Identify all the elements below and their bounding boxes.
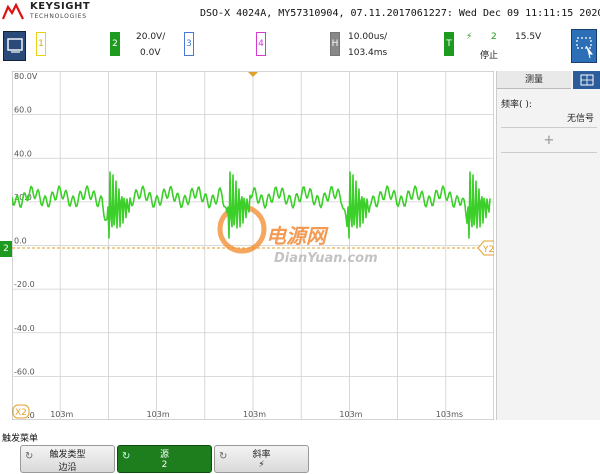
svg-text:Y2: Y2 — [482, 245, 494, 255]
menu-title: 触发菜单 — [2, 434, 39, 444]
instrument-id: DSO-X 4024A, MY57310904, 07.11.201706122… — [200, 8, 600, 19]
channel-4-button[interactable]: 4 — [256, 32, 266, 56]
horizontal-scale: 10.00us/ — [348, 32, 388, 42]
trigger-source: 2 — [491, 32, 497, 42]
waveform-display[interactable]: 80.0V60.040.020.00.0-20.0-40.0-60.0-80.0… — [12, 71, 494, 420]
channel-2-button[interactable]: 2 — [110, 32, 120, 56]
channel-2-scale: 20.0V/ — [136, 32, 166, 42]
measure-tab[interactable]: 测量 — [497, 71, 571, 89]
softkey-label: 斜率 — [252, 450, 271, 460]
frequency-value: 无信号 — [566, 114, 594, 124]
top-bar: KEYSIGHT TECHNOLOGIES DSO-X 4024A, MY573… — [0, 0, 600, 26]
horizontal-button[interactable]: H — [330, 32, 340, 56]
x-tick-label: 103m — [50, 410, 73, 419]
keysight-logo-icon — [2, 3, 24, 20]
softkey-trigger-type[interactable]: ↻ 触发类型 边沿 — [20, 445, 115, 473]
softkey-label: 源 — [159, 450, 169, 460]
softkey-value: 边沿 — [58, 463, 77, 473]
channel-bar: 1 2 20.0V/ 0.0V 3 4 H 10.00us/ 103.4ms T… — [0, 26, 600, 68]
home-button[interactable] — [3, 31, 26, 61]
measurement-panel: 测量 频率( ): 无信号 + — [496, 71, 600, 420]
touch-button[interactable] — [571, 29, 597, 63]
channel-2-offset: 0.0V — [140, 48, 161, 58]
trigger-level: 15.5V — [515, 32, 542, 42]
horizontal-position: 103.4ms — [348, 48, 388, 58]
y-tick-label: -60.0 — [14, 367, 35, 376]
y-tick-label: -20.0 — [14, 280, 35, 289]
add-measurement-button[interactable]: + — [501, 127, 597, 153]
panel-switch-button[interactable] — [573, 71, 600, 89]
trigger-button[interactable]: T — [444, 32, 454, 56]
softkey-slope[interactable]: ↻ 斜率 ⚡ — [214, 445, 309, 473]
softkey-label: 触发类型 — [49, 450, 86, 460]
grid-icon — [580, 74, 594, 86]
y-tick-label: 60.0 — [14, 106, 32, 115]
x-tick-label: 103m — [147, 410, 170, 419]
run-status: 停止 — [480, 51, 499, 61]
softkey-value: ⚡ — [258, 460, 265, 470]
softkey-source[interactable]: ↻ 源 2 — [117, 445, 212, 473]
brand-subtitle: TECHNOLOGIES — [30, 13, 87, 20]
y-tick-label: 0.0 — [14, 237, 27, 246]
watermark-cn: 电源网 — [266, 224, 329, 248]
watermark-en: DianYuan.com — [274, 251, 378, 266]
softkey-value: 2 — [161, 460, 168, 470]
y-tick-label: 80.0V — [14, 72, 38, 81]
brand-name: KEYSIGHT — [30, 1, 91, 12]
svg-text:X2: X2 — [15, 408, 27, 418]
x-tick-label: 103ms — [436, 410, 463, 419]
channel-3-button[interactable]: 3 — [184, 32, 194, 56]
frequency-label: 频率( ): — [501, 100, 532, 110]
channel-1-button[interactable]: 1 — [36, 32, 46, 56]
x-tick-label: 103m — [339, 410, 362, 419]
x-tick-label: 103m — [243, 410, 266, 419]
display-icon — [7, 38, 23, 53]
channel-2-ground-marker[interactable]: 2 — [0, 241, 12, 257]
x2-cursor-marker: X2 — [12, 404, 30, 419]
selection-icon — [576, 37, 593, 59]
trigger-edge-icon: ⚡ — [466, 32, 473, 42]
y-tick-label: 40.0 — [14, 149, 32, 158]
y-tick-label: -40.0 — [14, 324, 35, 333]
